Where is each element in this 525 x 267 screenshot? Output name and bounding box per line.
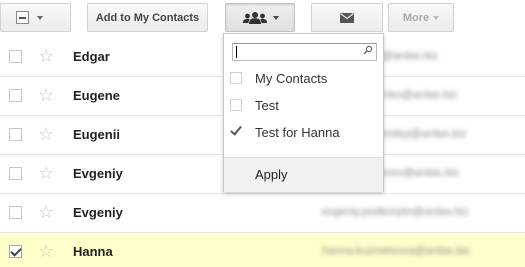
group-option-label: My Contacts: [255, 71, 328, 86]
chevron-down-icon: [272, 15, 279, 20]
contact-row[interactable]: ☆ Evgeniy evgeniy.podkorytin@ardas.biz: [0, 194, 525, 233]
star-icon[interactable]: ☆: [38, 241, 54, 261]
more-label: More: [402, 11, 430, 24]
groups-button[interactable]: [225, 3, 295, 32]
contact-name: Hanna: [73, 244, 113, 259]
group-option-label: Test for Hanna: [255, 125, 340, 140]
row-checkbox[interactable]: [9, 167, 22, 180]
group-option-label: Test: [255, 98, 279, 113]
group-option-my-contacts[interactable]: My Contacts: [224, 66, 383, 92]
star-icon[interactable]: ☆: [38, 202, 54, 222]
more-actions-button[interactable]: More: [388, 3, 454, 32]
row-checkbox-checked[interactable]: [9, 245, 22, 258]
chevron-down-icon: [433, 15, 440, 20]
send-email-button[interactable]: [311, 3, 383, 32]
contact-name: Evgeniy: [73, 205, 123, 220]
contact-name: Eugenii: [73, 127, 120, 142]
row-checkbox[interactable]: [9, 206, 22, 219]
star-icon[interactable]: ☆: [38, 85, 54, 105]
row-checkbox[interactable]: [9, 128, 22, 141]
contact-name: Edgar: [73, 49, 110, 64]
row-checkbox[interactable]: [9, 89, 22, 102]
groups-icon: [242, 11, 267, 24]
apply-label: Apply: [255, 167, 288, 182]
checkmark-icon[interactable]: [230, 123, 242, 136]
group-option-checkbox[interactable]: [230, 72, 242, 84]
contact-email: hanna.kuzmetsova@ardas.biz: [322, 245, 471, 257]
star-icon[interactable]: ☆: [38, 46, 54, 66]
row-checkbox[interactable]: [9, 50, 22, 63]
mail-icon: [340, 12, 354, 23]
star-icon[interactable]: ☆: [38, 124, 54, 144]
group-option-test[interactable]: Test: [224, 93, 383, 119]
apply-button[interactable]: Apply: [224, 158, 383, 192]
contact-row-selected[interactable]: ☆ Hanna hanna.kuzmetsova@ardas.biz: [0, 233, 525, 267]
groups-dropdown-menu: My Contacts Test Test for Hanna Apply: [223, 33, 384, 192]
select-all-dropdown-button[interactable]: [0, 3, 71, 32]
contact-name: Eugene: [73, 88, 120, 103]
group-option-checkbox[interactable]: [230, 99, 242, 111]
select-partial-checkbox-icon[interactable]: [16, 11, 29, 24]
group-search-input[interactable]: [232, 43, 377, 61]
chevron-down-icon: [37, 15, 43, 20]
contact-name: Evgeniy: [73, 166, 123, 181]
text-cursor: [236, 46, 237, 58]
add-to-my-contacts-button[interactable]: Add to My Contacts: [87, 3, 208, 32]
contact-email: evgeniy.podkorytin@ardas.biz: [322, 206, 469, 218]
group-option-test-for-hanna[interactable]: Test for Hanna: [224, 120, 383, 146]
star-icon[interactable]: ☆: [38, 163, 54, 183]
search-icon: [363, 45, 373, 55]
